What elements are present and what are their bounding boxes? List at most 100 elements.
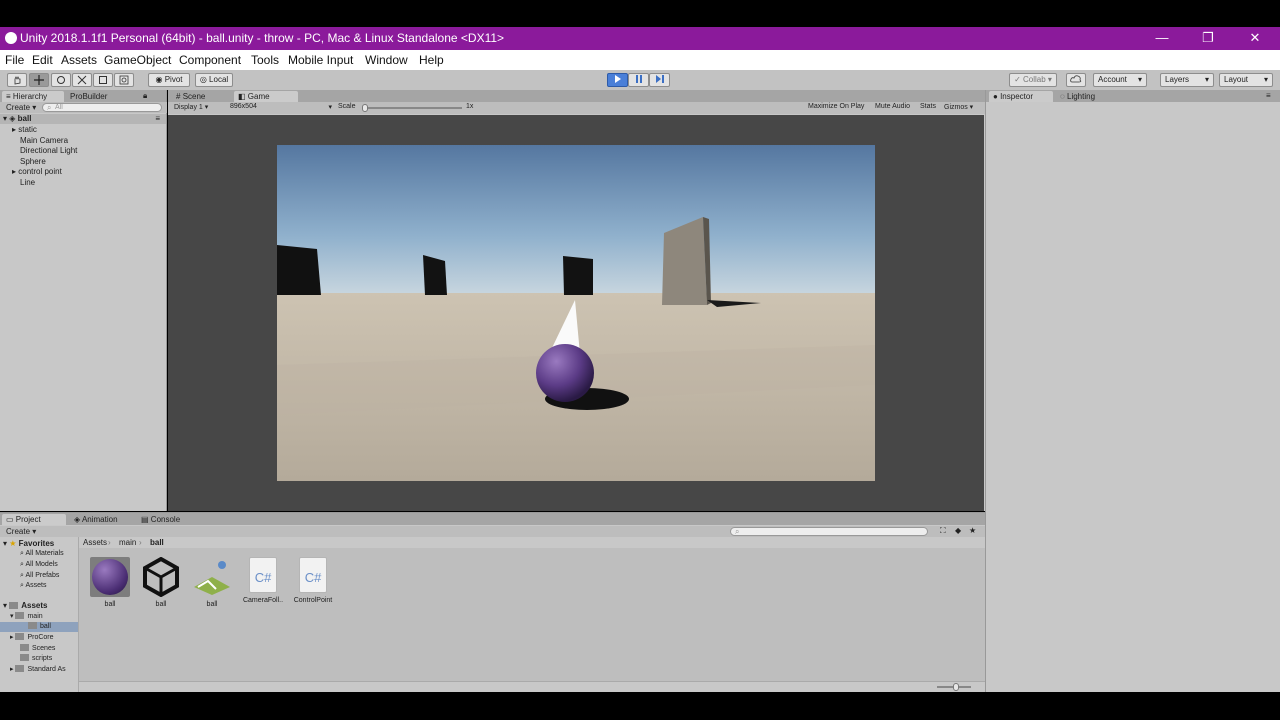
- collab-dropdown[interactable]: ✓ Collab ▾: [1009, 73, 1057, 87]
- favorite-item[interactable]: ⌕ All Models: [0, 560, 78, 570]
- panel-menu-icon[interactable]: ≡: [1266, 91, 1271, 100]
- thumbnail-size-slider[interactable]: [937, 683, 971, 691]
- favorite-star-icon[interactable]: ★: [969, 526, 976, 535]
- play-button[interactable]: [607, 73, 628, 87]
- create-dropdown[interactable]: Create ▾: [6, 527, 36, 536]
- asset-item[interactable]: C# CameraFoll..: [238, 557, 288, 604]
- filter-type-icon[interactable]: ⛶: [940, 526, 946, 536]
- scale-slider-thumb[interactable]: [362, 104, 368, 112]
- menu-gameobject[interactable]: GameObject: [104, 53, 171, 67]
- menu-mobile-input[interactable]: Mobile Input: [288, 53, 353, 67]
- tab-inspector[interactable]: ● Inspector: [989, 91, 1053, 102]
- rotate-tool-button[interactable]: [51, 73, 71, 87]
- scale-slider[interactable]: [362, 104, 462, 112]
- tab-probuilder[interactable]: ProBuilder: [66, 91, 126, 102]
- favorites-header[interactable]: ▾ ★ Favorites: [0, 539, 78, 549]
- folder-item-selected[interactable]: ball: [0, 622, 78, 632]
- asset-label: ball: [104, 601, 116, 608]
- tab-game[interactable]: ◧ Game: [234, 91, 298, 102]
- mute-audio-toggle[interactable]: Mute Audio: [875, 103, 910, 110]
- favorite-item-label: All Materials: [25, 550, 64, 557]
- asset-label: ControlPoint: [293, 597, 333, 604]
- tab-hierarchy[interactable]: ≡ Hierarchy: [2, 91, 64, 102]
- favorite-item[interactable]: ⌕ Assets: [0, 581, 78, 591]
- breadcrumb-item[interactable]: main: [119, 538, 136, 547]
- hand-tool-button[interactable]: [7, 73, 27, 87]
- menu-window[interactable]: Window: [365, 53, 408, 67]
- resolution-dropdown[interactable]: 896x504 ▾: [230, 103, 334, 111]
- folder-item[interactable]: ▸ ProCore: [0, 633, 78, 643]
- collab-check-icon: ✓: [1014, 75, 1021, 84]
- scale-tool-button[interactable]: [72, 73, 92, 87]
- hierarchy-item[interactable]: Sphere: [0, 157, 166, 167]
- tab-project-label: Project: [15, 515, 41, 524]
- hand-icon: [14, 76, 21, 85]
- scene-root-row[interactable]: ▾ ◈ ball ≡: [0, 114, 166, 124]
- asset-item[interactable]: ball: [136, 557, 186, 608]
- close-button[interactable]: ✕: [1245, 29, 1265, 47]
- asset-item[interactable]: ball: [187, 557, 237, 608]
- inspector-tabbar: ● Inspector ◌ Lighting ≡: [986, 90, 1280, 102]
- filter-label-icon[interactable]: ◆: [955, 526, 961, 535]
- hierarchy-item[interactable]: ▸ static: [0, 125, 166, 135]
- pause-button[interactable]: [628, 73, 649, 87]
- menu-component[interactable]: Component: [179, 53, 241, 67]
- gizmos-dropdown[interactable]: Gizmos ▾: [944, 103, 973, 111]
- transform-tool-button[interactable]: [114, 73, 134, 87]
- unity-scene-icon: ◈: [9, 114, 16, 123]
- rect-tool-button[interactable]: [93, 73, 113, 87]
- menu-file[interactable]: File: [5, 53, 24, 67]
- cloud-button[interactable]: [1066, 73, 1086, 87]
- display-dropdown[interactable]: Display 1 ▾: [174, 103, 226, 111]
- create-dropdown[interactable]: Create ▾: [6, 103, 36, 112]
- pivot-toggle[interactable]: ◉ Pivot: [148, 73, 190, 87]
- menu-assets[interactable]: Assets: [61, 53, 97, 67]
- folder-icon: [15, 665, 25, 672]
- menu-help[interactable]: Help: [419, 53, 444, 67]
- minimize-button[interactable]: —: [1152, 29, 1172, 47]
- game-render: [277, 145, 875, 481]
- folder-item[interactable]: ▾ main: [0, 612, 78, 622]
- hierarchy-item[interactable]: Line: [0, 178, 166, 188]
- hierarchy-toolbar: Create ▾ ⌕ All: [0, 102, 167, 113]
- asset-item[interactable]: C# ControlPoint: [288, 557, 338, 604]
- search-icon: ⌕: [20, 550, 24, 557]
- menu-edit[interactable]: Edit: [32, 53, 53, 67]
- hierarchy-item[interactable]: ▸ control point: [0, 167, 166, 177]
- local-toggle[interactable]: ◎ Local: [195, 73, 233, 87]
- scene-icon: #: [176, 92, 181, 101]
- step-button[interactable]: [649, 73, 670, 87]
- favorite-item[interactable]: ⌕ All Materials: [0, 549, 78, 559]
- menu-icon[interactable]: ≡: [155, 114, 160, 124]
- tab-lighting[interactable]: ◌ Lighting: [1056, 91, 1112, 102]
- layers-dropdown[interactable]: Layers ▾: [1160, 73, 1214, 87]
- move-tool-button[interactable]: [29, 73, 49, 87]
- asset-item[interactable]: ball: [85, 557, 135, 608]
- thumbnail-size-slider-thumb[interactable]: [953, 683, 959, 691]
- lock-icon[interactable]: 🔒︎: [143, 91, 147, 101]
- breadcrumb-item-current[interactable]: ball: [150, 538, 164, 547]
- restore-button[interactable]: ❐: [1198, 29, 1218, 47]
- tab-console[interactable]: ▤ Console: [137, 514, 197, 525]
- search-input[interactable]: ⌕ All: [42, 103, 162, 112]
- folder-item[interactable]: Scenes: [0, 644, 78, 654]
- menu-tools[interactable]: Tools: [251, 53, 279, 67]
- search-placeholder: All: [55, 104, 63, 111]
- breadcrumb-item[interactable]: Assets: [83, 538, 107, 547]
- account-dropdown[interactable]: Account ▾: [1093, 73, 1147, 87]
- game-viewport[interactable]: [277, 145, 875, 481]
- layout-dropdown[interactable]: Layout ▾: [1219, 73, 1273, 87]
- folder-item[interactable]: ▸ Standard As: [0, 665, 78, 675]
- tab-console-label: Console: [150, 515, 181, 524]
- hierarchy-item[interactable]: Main Camera: [0, 136, 166, 146]
- assets-header[interactable]: ▾ Assets: [0, 601, 78, 611]
- stats-toggle[interactable]: Stats: [920, 103, 936, 110]
- maximize-on-play-toggle[interactable]: Maximize On Play: [808, 103, 864, 110]
- project-search-input[interactable]: ⌕: [730, 527, 928, 536]
- hierarchy-item[interactable]: Directional Light: [0, 146, 166, 156]
- favorite-item[interactable]: ⌕ All Prefabs: [0, 571, 78, 581]
- tab-scene[interactable]: # Scene: [172, 91, 232, 102]
- tab-project[interactable]: ▭ Project: [2, 514, 66, 525]
- tab-animation[interactable]: ◈ Animation: [70, 514, 132, 525]
- folder-item[interactable]: scripts: [0, 654, 78, 664]
